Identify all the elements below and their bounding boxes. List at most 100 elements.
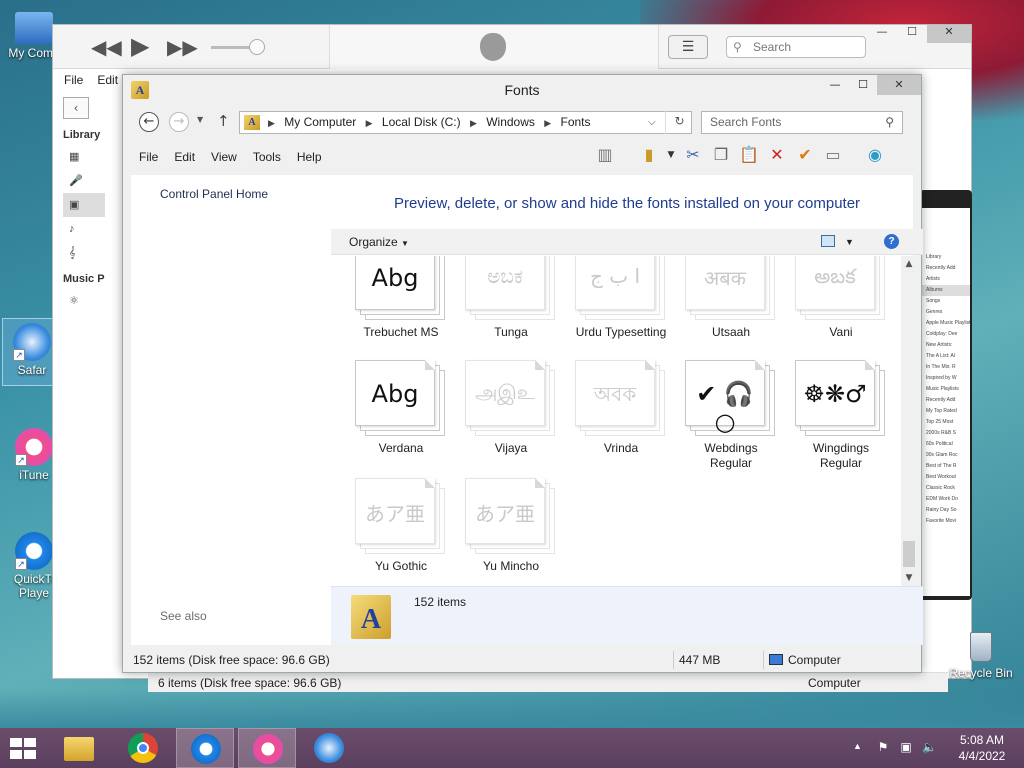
sidebar-item[interactable]: ▣ <box>63 193 105 217</box>
mini-list-item[interactable]: Top 25 Most <box>922 417 970 428</box>
mini-list-item[interactable]: Best of The R <box>922 461 970 472</box>
mini-itunes-window[interactable]: Library Recently Add Artists Albums Songs Gen… <box>920 190 972 600</box>
fast-forward-icon[interactable]: ▶▶ <box>167 35 198 59</box>
menu-help[interactable]: Help <box>289 147 330 167</box>
refresh-icon[interactable]: ↻ <box>665 111 693 134</box>
menu-file[interactable]: File <box>131 147 166 167</box>
mini-list-item[interactable]: Inspired by W <box>922 373 970 384</box>
mini-list-item[interactable]: The A List: Al <box>922 351 970 362</box>
font-tile[interactable]: Abg Verdana <box>346 360 456 456</box>
search-fonts-input[interactable]: Search Fonts ⚲ <box>701 111 903 134</box>
back-button[interactable]: ‹ <box>63 97 89 119</box>
toolbar-dropdown-icon[interactable]: ▼ <box>665 143 677 167</box>
mini-list-item[interactable]: Apple Music Playlists <box>922 318 970 329</box>
scroll-up-icon[interactable]: ▲ <box>901 256 917 272</box>
address-breadcrumb[interactable]: A ▶ My Computer ▶ Local Disk (C:) ▶ Wind… <box>239 111 692 134</box>
breadcrumb-windows[interactable]: Windows <box>486 115 535 129</box>
font-tile[interactable]: ☸❋♂ Wingdings Regular <box>786 360 896 471</box>
mini-list-item[interactable]: My Top Rated <box>922 406 970 417</box>
scroll-thumb[interactable] <box>903 541 915 567</box>
maximize-button[interactable]: ☐ <box>849 75 877 95</box>
font-tile[interactable]: Abg Trebuchet MS <box>346 256 456 340</box>
rewind-icon[interactable]: ◀◀ <box>91 35 122 59</box>
volume-knob[interactable] <box>249 39 265 55</box>
mini-list-item[interactable]: Music Playlists <box>922 384 970 395</box>
globe-icon[interactable]: ◉ <box>863 143 887 167</box>
sidebar-item[interactable]: ▦ <box>63 145 105 169</box>
font-tile[interactable]: ಅಬಕ Tunga <box>456 256 566 340</box>
breadcrumb-fonts[interactable]: Fonts <box>561 115 591 129</box>
properties-icon[interactable]: ▭ <box>821 143 845 167</box>
mini-list-item[interactable]: Albums <box>922 285 970 296</box>
mini-list-item[interactable]: Classic Rock <box>922 483 970 494</box>
taskbar-clock[interactable]: 5:08 AM 4/4/2022 <box>950 732 1014 764</box>
menu-view[interactable]: View <box>203 147 245 167</box>
address-dropdown-chevron-icon[interactable]: ⌵ <box>648 112 656 133</box>
font-tile[interactable]: अबक Utsaah <box>676 256 786 340</box>
breadcrumb-local-disk[interactable]: Local Disk (C:) <box>382 115 461 129</box>
checkmark-icon[interactable]: ✔ <box>793 143 817 167</box>
mini-list-item[interactable]: Recently Add <box>922 395 970 406</box>
desktop-icon-recycle-bin[interactable]: Recycle Bin <box>946 632 1016 680</box>
play-icon[interactable]: ▶ <box>131 32 149 60</box>
mini-list-item[interactable]: Favorite Movi <box>922 516 970 527</box>
folder-properties-icon[interactable]: ▮ <box>637 143 661 167</box>
paste-icon[interactable]: 📋 <box>737 143 761 167</box>
action-center-flag-icon[interactable]: ⚑ <box>876 740 890 754</box>
menu-file[interactable]: File <box>64 69 83 91</box>
mini-list-item[interactable]: 90s Glam Roc <box>922 450 970 461</box>
itunes-search-input[interactable]: ⚲ Search <box>726 36 866 58</box>
help-icon[interactable]: ? <box>884 234 899 249</box>
mini-list-item[interactable]: Genres <box>922 307 970 318</box>
font-tile[interactable]: அஇஉ Vijaya <box>456 360 566 456</box>
font-tile[interactable]: ا ب ج Urdu Typesetting <box>566 256 676 340</box>
cut-icon[interactable]: ✂ <box>681 143 705 167</box>
back-arrow-icon[interactable]: ← <box>139 112 159 132</box>
delete-icon[interactable]: ✕ <box>765 143 789 167</box>
mini-list-item[interactable]: Artists <box>922 274 970 285</box>
mini-list-item[interactable]: Best Workout <box>922 472 970 483</box>
mini-list-item[interactable]: EDM Work Do <box>922 494 970 505</box>
recent-locations-chevron-icon[interactable]: ▼ <box>197 115 203 124</box>
maximize-button[interactable]: ☐ <box>897 25 927 43</box>
close-button[interactable]: ✕ <box>927 25 971 43</box>
font-tile[interactable]: あア亜 Yu Gothic <box>346 478 456 574</box>
sidebar-item[interactable]: ♪ <box>63 217 105 241</box>
mini-list-item[interactable]: New Artists: <box>922 340 970 351</box>
menu-edit[interactable]: Edit <box>97 69 118 91</box>
font-tile[interactable]: あア亜 Yu Mincho <box>456 478 566 574</box>
mini-list-item[interactable]: Library <box>922 252 970 263</box>
sidebar-item[interactable]: ⚛ <box>63 289 105 313</box>
font-tile[interactable]: অবক Vrinda <box>566 360 676 456</box>
control-panel-home-link[interactable]: Control Panel Home <box>160 187 268 201</box>
scroll-down-icon[interactable]: ▼ <box>901 570 917 586</box>
show-hidden-icons-icon[interactable]: ▲ <box>853 741 862 751</box>
preview-pane-icon[interactable]: ▥ <box>593 143 617 167</box>
mini-list-item[interactable]: Songs <box>922 296 970 307</box>
mini-list-item[interactable]: Rainy Day So <box>922 505 970 516</box>
view-mode-dropdown-icon[interactable]: ▼ <box>845 229 854 255</box>
sidebar-item[interactable]: 𝄞 <box>63 241 105 265</box>
network-icon[interactable]: ▣ <box>899 740 913 754</box>
forward-arrow-icon[interactable]: → <box>169 112 189 132</box>
menu-tools[interactable]: Tools <box>245 147 289 167</box>
breadcrumb-my-computer[interactable]: My Computer <box>284 115 356 129</box>
vertical-scrollbar[interactable]: ▲ ▼ <box>901 256 917 586</box>
organize-button[interactable]: Organize ▼ <box>349 229 409 257</box>
minimize-button[interactable]: — <box>867 25 897 43</box>
menu-edit[interactable]: Edit <box>166 147 203 167</box>
font-tile[interactable]: అబక Vani <box>786 256 896 340</box>
fonts-window[interactable]: A Fonts — ☐ ✕ ← → ▼ ↑ A ▶ My Computer ▶ … <box>122 74 923 673</box>
fonts-titlebar[interactable]: A Fonts — ☐ ✕ <box>123 75 921 105</box>
mini-list-item[interactable]: In The Mix: R <box>922 362 970 373</box>
minimize-button[interactable]: — <box>821 75 849 95</box>
mini-list-item[interactable]: 2000s R&B S <box>922 428 970 439</box>
mini-list-item[interactable]: 60s Political <box>922 439 970 450</box>
mini-list-item[interactable]: Recently Add <box>922 263 970 274</box>
close-button[interactable]: ✕ <box>877 75 921 95</box>
up-arrow-icon[interactable]: ↑ <box>217 112 230 130</box>
sidebar-item[interactable]: 🎤 <box>63 169 105 193</box>
view-mode-icon[interactable] <box>821 235 835 247</box>
mini-list-item[interactable]: Coldplay: Dee <box>922 329 970 340</box>
font-tile[interactable]: ✔ 🎧 ○ Webdings Regular <box>676 360 786 471</box>
